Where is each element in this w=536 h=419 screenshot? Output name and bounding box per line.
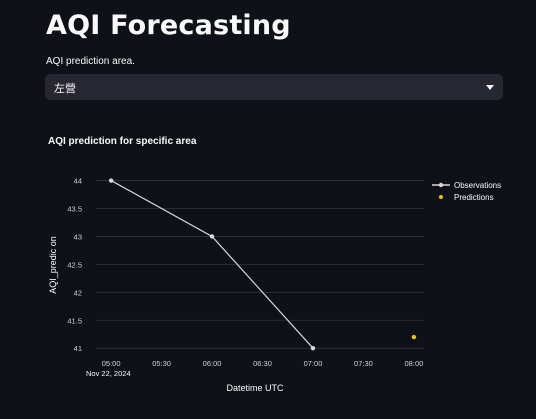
x-date-label: Nov 22, 2024 bbox=[86, 369, 131, 378]
y-tick-label: 42.5 bbox=[67, 260, 82, 269]
y-tick-label: 42 bbox=[74, 288, 82, 297]
area-select-value: 左營 bbox=[54, 82, 76, 95]
chart-svg: AQI prediction for specific area 4443.54… bbox=[48, 136, 501, 393]
x-tick-label: 07:30 bbox=[354, 359, 373, 368]
x-tick-label: 05:30 bbox=[152, 359, 171, 368]
observation-point bbox=[108, 178, 114, 183]
observation-point bbox=[209, 234, 215, 239]
prediction-point bbox=[411, 334, 417, 340]
x-tick-label: 06:30 bbox=[253, 359, 272, 368]
y-tick-label: 43 bbox=[74, 232, 82, 241]
chevron-down-icon[interactable] bbox=[486, 85, 494, 90]
area-select[interactable]: 左營 bbox=[45, 74, 503, 100]
y-tick-label: 44 bbox=[74, 177, 82, 186]
x-tick-label: 07:00 bbox=[304, 359, 323, 368]
x-tick-label: 08:00 bbox=[405, 359, 424, 368]
observation-point bbox=[310, 346, 316, 351]
chart-title: AQI prediction for specific area bbox=[48, 136, 197, 147]
chart-legend[interactable]: Observations Predictions bbox=[432, 181, 501, 202]
legend-observations-label[interactable]: Observations bbox=[454, 181, 501, 190]
area-select-label: AQI prediction area. bbox=[46, 56, 135, 67]
x-tick-label: 05:00 bbox=[102, 359, 121, 368]
y-axis-label: AQI_predic on bbox=[48, 236, 58, 294]
aqi-chart: AQI prediction for specific area 44 43.5 4… bbox=[0, 120, 536, 414]
legend-observations-marker bbox=[438, 182, 444, 188]
chart-grid bbox=[96, 180, 424, 349]
legend-predictions-marker bbox=[439, 195, 443, 199]
y-axis-ticks: 44 43.5 43 42.5 42 41.5 41 bbox=[67, 177, 82, 354]
x-tick-label: 06:00 bbox=[203, 359, 222, 368]
x-axis-label: Datetime UTC bbox=[226, 383, 284, 393]
x-axis-ticks: 05:00 05:30 06:00 06:30 07:00 07:30 08:00 bbox=[102, 359, 424, 368]
y-tick-label: 41.5 bbox=[67, 316, 82, 325]
y-tick-label: 41 bbox=[74, 344, 82, 353]
page-title: AQI Forecasting bbox=[46, 10, 291, 41]
y-tick-label: 43.5 bbox=[67, 205, 82, 214]
legend-predictions-label[interactable]: Predictions bbox=[454, 193, 494, 202]
